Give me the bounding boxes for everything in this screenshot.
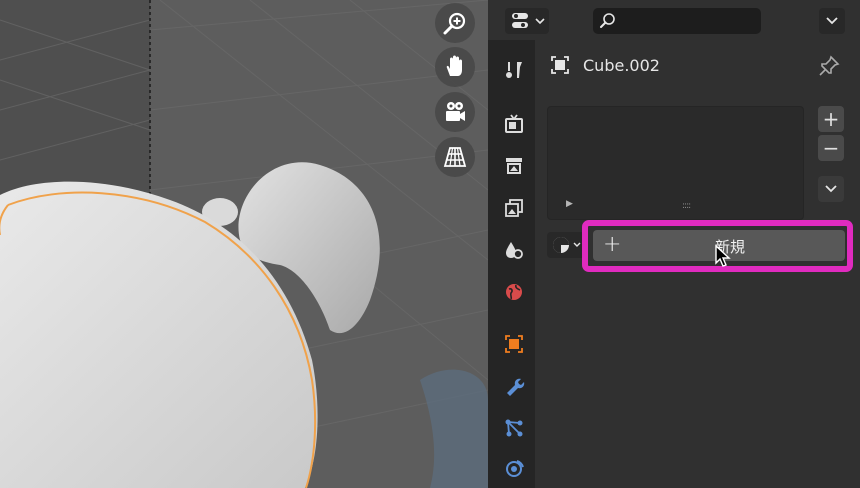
tab-particles[interactable] [498,412,530,444]
object-header: Cube.002 [549,54,660,76]
remove-slot-button[interactable]: − [818,135,844,161]
search-input[interactable] [593,8,761,34]
output-icon [506,158,522,174]
hand-pan-icon[interactable] [435,47,475,87]
editor-type-button[interactable] [505,8,549,34]
properties-header [488,0,860,40]
search-icon [600,13,615,28]
mouse-cursor-icon [715,244,731,267]
object-icon [505,335,523,353]
browse-material-button[interactable] [547,232,585,258]
options-dropdown-button[interactable] [819,8,845,34]
pin-icon[interactable] [817,54,841,82]
viewport-scene [0,0,488,488]
properties-editor: Cube.002 ▶ :::: + − + 新規 [488,0,860,488]
properties-editor-icon [511,13,528,28]
material-sphere-icon [553,237,569,253]
scene-icon [506,242,523,259]
particles-icon [505,419,523,437]
3d-viewport[interactable] [0,0,488,488]
tab-world[interactable] [498,276,530,308]
tab-object[interactable] [498,328,530,360]
tab-tool[interactable] [498,54,530,86]
tab-physics[interactable] [498,452,530,484]
tab-render[interactable] [498,108,530,140]
chevron-down-icon [825,185,837,193]
tab-output[interactable] [498,150,530,182]
tab-view-layer[interactable] [498,192,530,224]
expand-triangle-icon[interactable]: ▶ [566,199,573,209]
tool-icon [506,62,522,78]
tab-modifiers[interactable] [498,370,530,402]
zoom-icon[interactable] [435,3,475,43]
slot-specials-button[interactable] [818,176,844,202]
render-icon [505,114,523,133]
properties-content: Cube.002 ▶ :::: + − + 新規 [535,40,860,488]
chevron-down-icon [573,242,581,247]
camera-icon[interactable] [435,92,475,132]
chevron-down-icon [534,18,545,25]
object-name: Cube.002 [583,55,660,75]
material-slot-list[interactable]: ▶ :::: [547,106,804,220]
resize-grip-icon[interactable]: :::: [682,201,691,211]
properties-tabs [488,40,535,488]
add-slot-button[interactable]: + [818,106,844,132]
tab-scene[interactable] [498,234,530,266]
modifier-icon [507,378,525,396]
grid-perspective-icon[interactable] [435,137,475,177]
object-icon [551,56,569,74]
chevron-down-icon [826,17,838,25]
view-layer-icon [505,199,523,217]
world-icon [506,284,522,300]
physics-icon [506,460,524,477]
